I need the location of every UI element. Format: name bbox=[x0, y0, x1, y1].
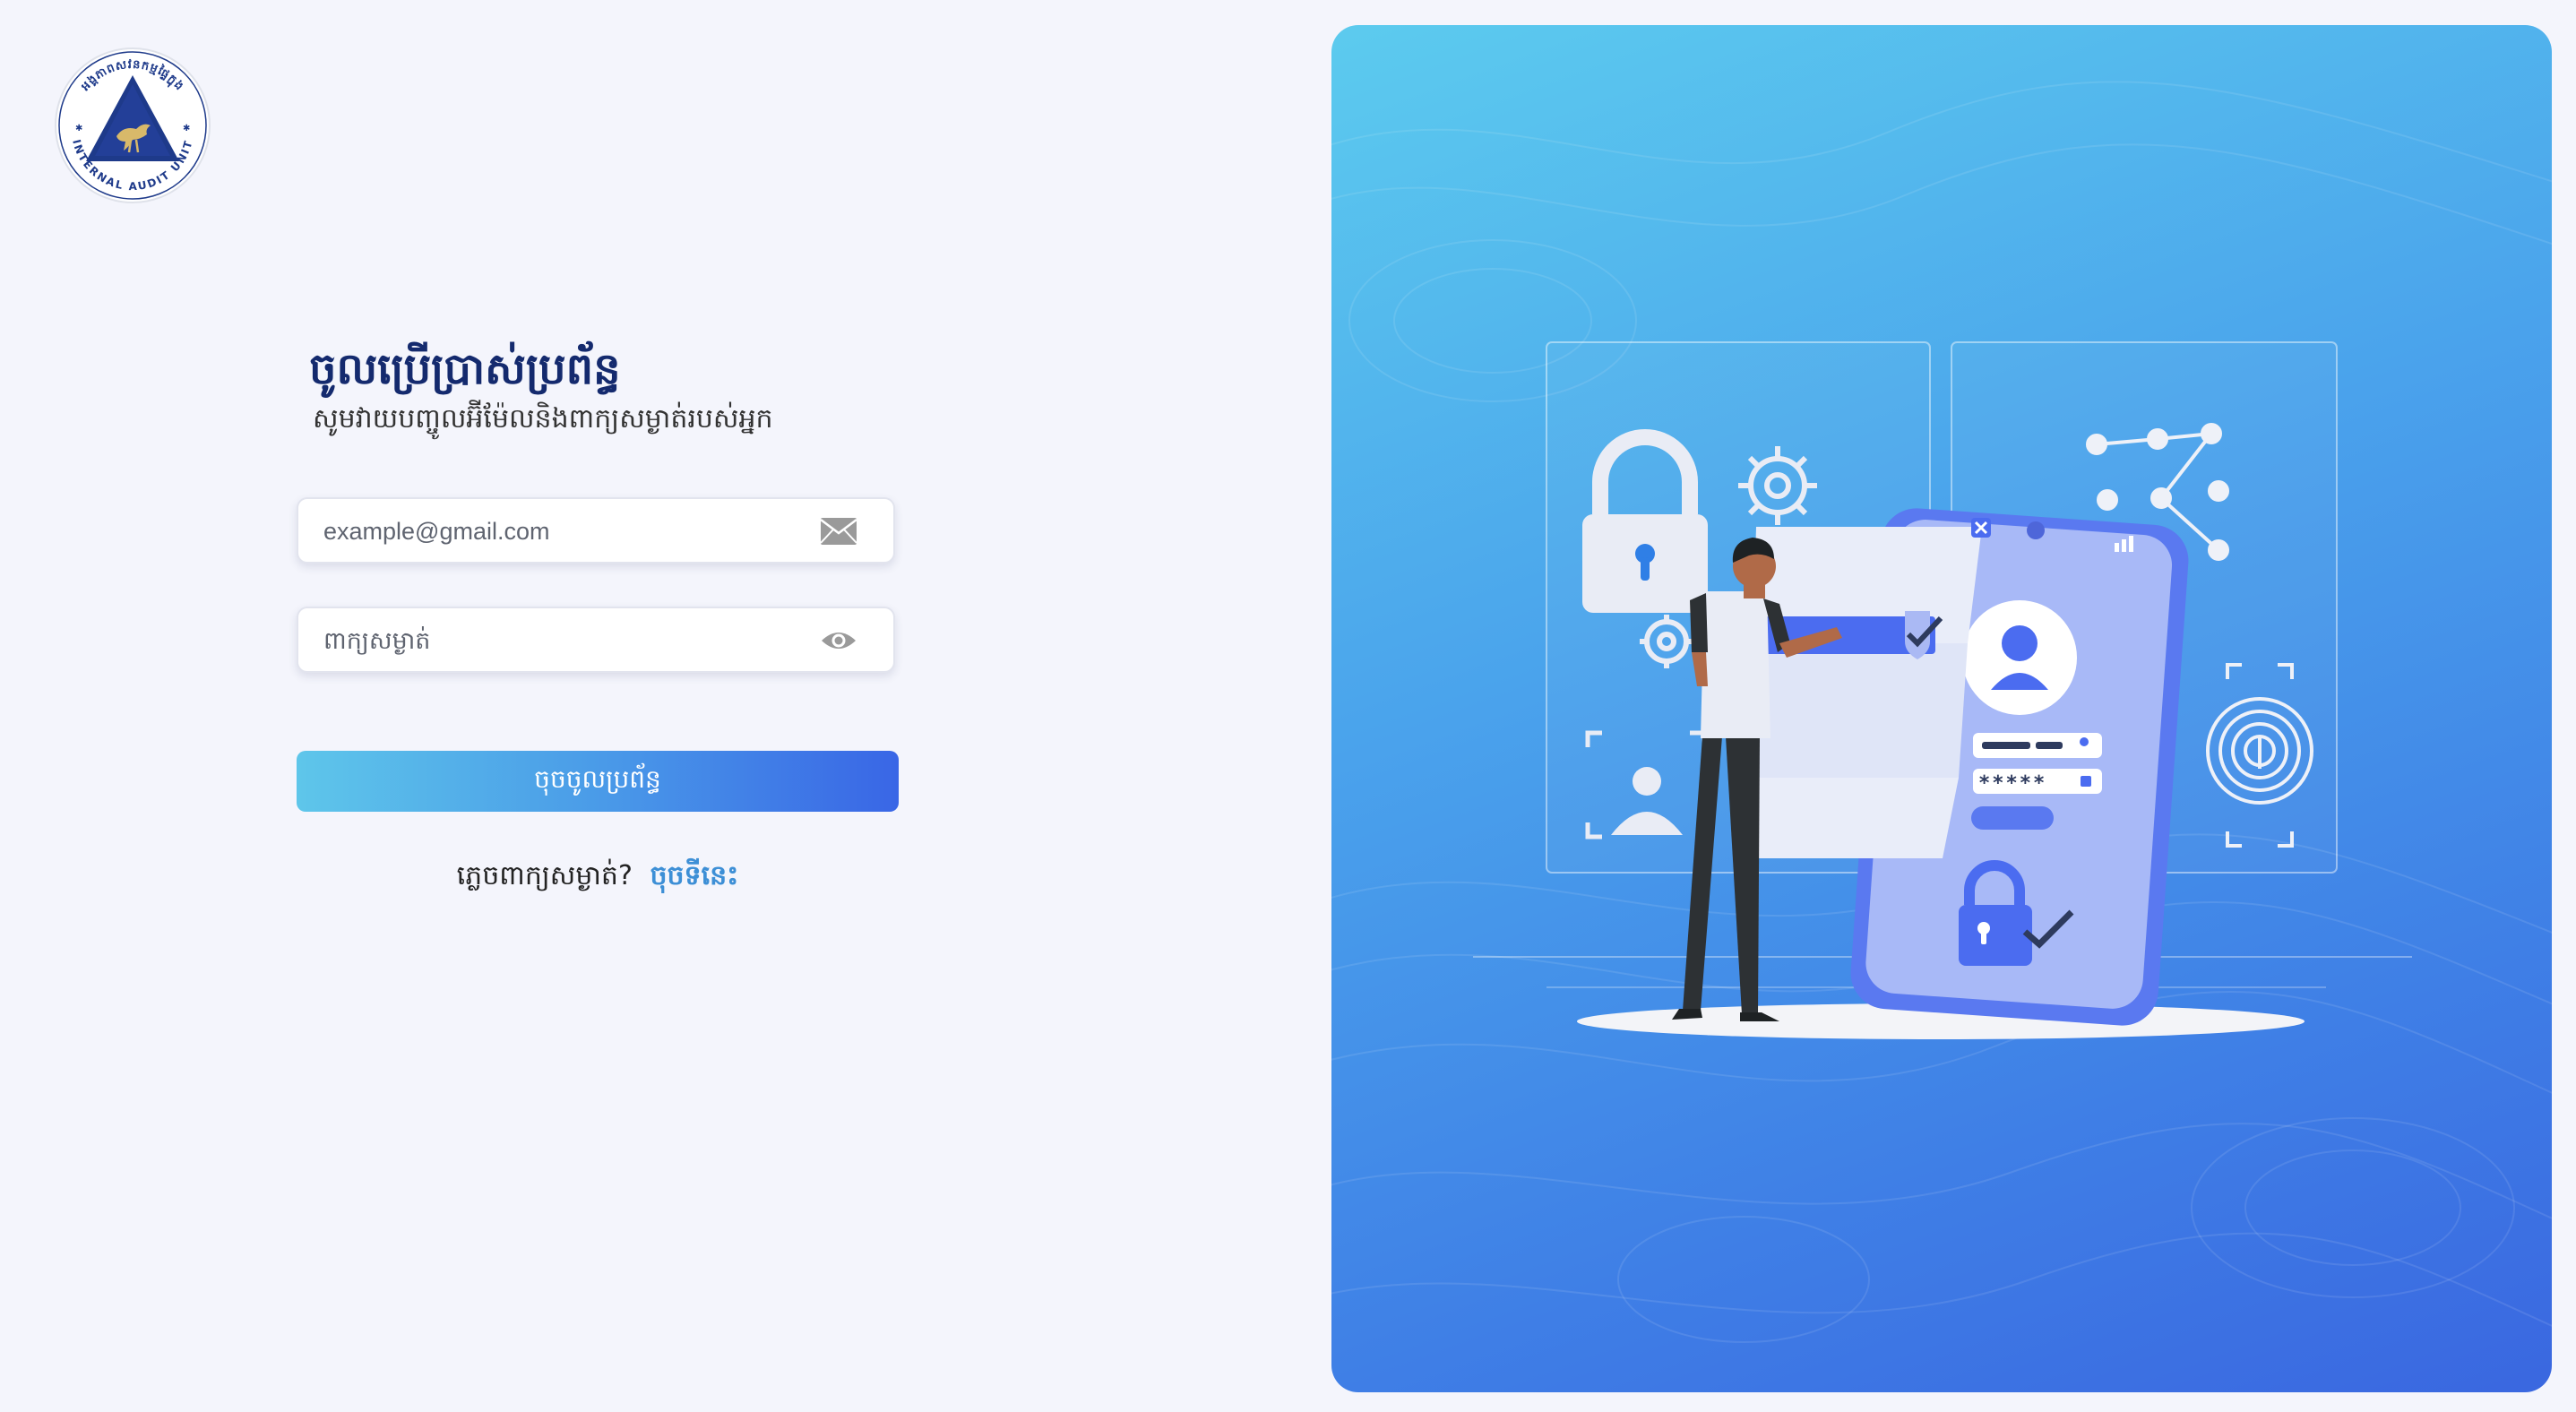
eye-icon[interactable] bbox=[820, 626, 857, 655]
password-field-container bbox=[297, 607, 895, 673]
login-form: ចូលប្រើប្រាស់ប្រព័ន្ធ សូមវាយបញ្ចូលអ៊ីម៉ែ… bbox=[297, 340, 899, 891]
page-title: ចូលប្រើប្រាស់ប្រព័ន្ធ bbox=[309, 344, 621, 394]
svg-text:✱: ✱ bbox=[75, 124, 82, 133]
login-submit-button[interactable]: ចុចចូលប្រព័ន្ធ bbox=[297, 751, 899, 812]
password-input[interactable] bbox=[322, 608, 827, 673]
login-page: អង្គភាពសវនកម្មផ្ទៃក្នុង INTERNAL AUDIT U… bbox=[0, 0, 2576, 1412]
organization-logo: អង្គភាពសវនកម្មផ្ទៃក្នុង INTERNAL AUDIT U… bbox=[54, 47, 211, 204]
security-login-illustration: ***** bbox=[1473, 341, 2412, 1039]
email-input[interactable] bbox=[322, 499, 827, 564]
forgot-password-text: ភ្លេចពាក្យសម្ងាត់? bbox=[456, 860, 633, 891]
email-field-container bbox=[297, 497, 895, 564]
svg-text:✱: ✱ bbox=[183, 124, 190, 133]
phone-password-mask: ***** bbox=[1978, 772, 2046, 795]
hero-illustration-panel: ***** bbox=[1331, 25, 2552, 1392]
forgot-password-row: ភ្លេចពាក្យសម្ងាត់? ចុចទីនេះ bbox=[297, 858, 899, 898]
page-subtitle: សូមវាយបញ្ចូលអ៊ីម៉ែលនិងពាក្យសម្ងាត់របស់អ្… bbox=[313, 403, 773, 435]
envelope-icon bbox=[820, 518, 857, 545]
forgot-password-link[interactable]: ចុចទីនេះ bbox=[650, 860, 738, 891]
